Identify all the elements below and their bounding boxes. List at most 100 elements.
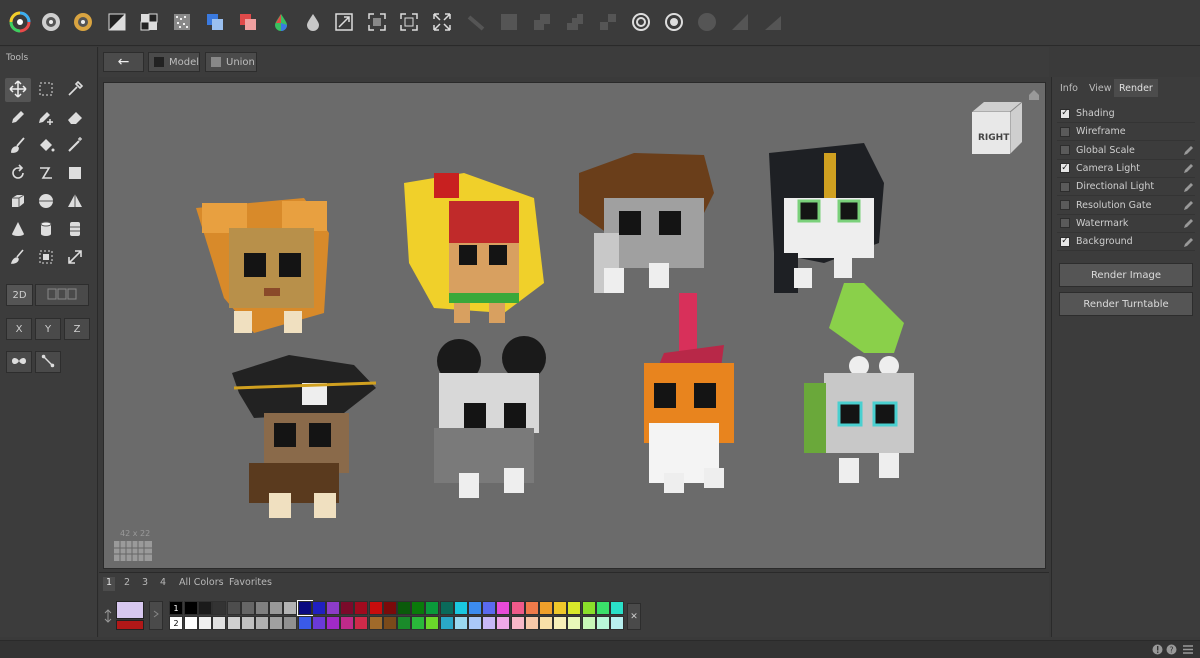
palette-swatch[interactable]: [581, 616, 596, 630]
render-viewport[interactable]: RIGHT 42 x 22: [103, 82, 1046, 569]
pencil-edit-icon[interactable]: [1183, 162, 1195, 174]
brush-tool[interactable]: [5, 134, 31, 158]
checkbox-unchecked-icon[interactable]: [1060, 181, 1070, 192]
render-option-watermark[interactable]: Watermark: [1057, 215, 1195, 233]
palette-swatch[interactable]: [496, 616, 511, 630]
checkbox-unchecked-icon[interactable]: [1060, 200, 1070, 210]
render-option-resolution-gate[interactable]: Resolution Gate: [1057, 197, 1195, 215]
rotate-tool[interactable]: [5, 162, 31, 186]
palette-swatch[interactable]: [567, 616, 582, 630]
palette-swatch[interactable]: [524, 616, 539, 630]
palette-swatch[interactable]: [340, 601, 355, 615]
palette-swatch[interactable]: [340, 616, 355, 630]
primary-color-swatch[interactable]: [116, 601, 144, 619]
pencil-tool[interactable]: [5, 106, 31, 130]
palette-swatch[interactable]: [311, 616, 326, 630]
mode-2d-button[interactable]: 2D: [6, 284, 33, 306]
palette-swatch[interactable]: [539, 616, 553, 630]
secondary-color-swatch[interactable]: [116, 620, 144, 630]
checker-icon[interactable]: [138, 11, 160, 33]
palette-swatch[interactable]: [553, 616, 568, 630]
tab-render[interactable]: Render: [1114, 79, 1158, 97]
noise-icon[interactable]: [171, 11, 193, 33]
axis-y-button[interactable]: Y: [35, 318, 61, 340]
color-wheel-icon[interactable]: [9, 11, 31, 33]
palette-swatch[interactable]: [425, 601, 440, 615]
palette-swatch[interactable]: [397, 616, 411, 630]
eyedropper-tool[interactable]: [62, 78, 88, 102]
palette-swatch[interactable]: [296, 600, 313, 616]
grayscale-wheel-icon[interactable]: [40, 11, 62, 33]
select-tool[interactable]: [33, 78, 59, 102]
paint-bucket-tool[interactable]: [5, 246, 31, 270]
palette-tab-3[interactable]: 3: [139, 577, 151, 591]
back-button[interactable]: ←: [103, 52, 144, 72]
checkbox-checked-icon[interactable]: ✓: [1060, 163, 1070, 174]
axis-x-button[interactable]: X: [6, 318, 32, 340]
close-palette-button[interactable]: ✕: [627, 603, 641, 630]
render-option-global-scale[interactable]: Global Scale: [1057, 142, 1195, 160]
palette-tab-1[interactable]: 1: [103, 577, 116, 591]
swap-colors-icon[interactable]: [103, 608, 113, 624]
blue-blend-icon[interactable]: [204, 11, 226, 33]
palette-swatch[interactable]: [425, 616, 440, 630]
help-icon[interactable]: ?: [1166, 644, 1177, 655]
checkbox-unchecked-icon[interactable]: [1060, 126, 1070, 137]
palette-swatch[interactable]: [269, 601, 284, 615]
palette-tab-all-colors[interactable]: All Colors: [176, 577, 227, 591]
palette-swatch[interactable]: [610, 601, 624, 615]
palette-swatch[interactable]: [468, 601, 482, 615]
magic-wand-tool[interactable]: [62, 134, 88, 158]
render-turntable-button[interactable]: Render Turntable: [1059, 292, 1193, 316]
gray-drop-icon[interactable]: [302, 11, 324, 33]
palette-swatch[interactable]: [269, 616, 284, 630]
palette-swatch[interactable]: [581, 601, 596, 615]
palette-swatch[interactable]: [595, 616, 610, 630]
palette-swatch[interactable]: [453, 601, 468, 615]
palette-tab-2[interactable]: 2: [121, 577, 133, 591]
palette-swatch[interactable]: [510, 601, 525, 615]
palette-swatch[interactable]: [567, 601, 582, 615]
checkbox-unchecked-icon[interactable]: [1060, 145, 1070, 156]
tab-view[interactable]: View: [1084, 79, 1117, 97]
mirror-button[interactable]: [6, 351, 32, 373]
palette-swatch[interactable]: [439, 601, 454, 615]
palette-swatch[interactable]: [382, 601, 397, 615]
palette-swatch[interactable]: [283, 616, 298, 630]
transform-tool[interactable]: [33, 246, 59, 270]
palette-swatch[interactable]: [510, 616, 525, 630]
palette-swatch[interactable]: [326, 601, 340, 615]
palette-swatch[interactable]: [382, 616, 397, 630]
palette-swatch[interactable]: [354, 601, 369, 615]
connect-button[interactable]: [35, 351, 61, 373]
palette-swatch[interactable]: [184, 616, 198, 630]
palette-swatch[interactable]: [354, 616, 369, 630]
scale-tool[interactable]: [62, 246, 88, 270]
palette-swatch[interactable]: [198, 601, 213, 615]
palette-swatch[interactable]: [439, 616, 454, 630]
ring-icon[interactable]: [630, 11, 652, 33]
checkbox-checked-icon[interactable]: ✓: [1060, 108, 1070, 119]
render-image-button[interactable]: Render Image: [1059, 263, 1193, 287]
palette-swatch[interactable]: [240, 616, 255, 630]
palette-swatch[interactable]: [496, 601, 511, 615]
palette-swatch[interactable]: [411, 601, 426, 615]
home-icon[interactable]: [1028, 89, 1040, 101]
expand-icon[interactable]: [366, 11, 388, 33]
palette-swatch[interactable]: [311, 601, 326, 615]
menu-icon[interactable]: [1182, 644, 1194, 655]
union-button[interactable]: Union: [205, 52, 257, 72]
tab-info[interactable]: Info: [1055, 79, 1083, 97]
info-icon[interactable]: [1152, 644, 1163, 655]
cone-tool[interactable]: [5, 218, 31, 242]
palette-swatch[interactable]: [255, 616, 269, 630]
palette-swatch[interactable]: [283, 601, 298, 615]
palette-swatch[interactable]: [595, 601, 610, 615]
palette-swatch[interactable]: [397, 601, 411, 615]
palette-swatch[interactable]: [297, 616, 312, 630]
pyramid-tool[interactable]: [62, 190, 88, 214]
sphere-tool[interactable]: [33, 190, 59, 214]
palette-tab-4[interactable]: 4: [157, 577, 169, 591]
palette-swatch[interactable]: [240, 601, 255, 615]
checkbox-unchecked-icon[interactable]: [1060, 218, 1070, 229]
